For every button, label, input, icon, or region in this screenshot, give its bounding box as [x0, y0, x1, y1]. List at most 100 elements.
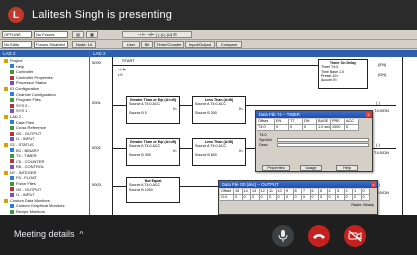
start-label: START	[122, 58, 135, 63]
usage-button[interactable]: Usage	[300, 165, 322, 171]
grid-cell[interactable]: 0	[251, 195, 260, 201]
tab-bit[interactable]: Bit	[141, 41, 153, 48]
rung-number: 0001	[92, 100, 101, 105]
grid-cell[interactable]: 0	[234, 195, 243, 201]
presenter-avatar: L	[8, 7, 24, 23]
forces-combo[interactable]: No Forces	[34, 31, 68, 38]
folder-icon	[10, 148, 14, 153]
grid-cell[interactable]: 0	[276, 195, 285, 201]
rung-wire	[180, 186, 220, 187]
grid-cell[interactable]: 0	[275, 125, 289, 131]
folder-icon	[4, 58, 8, 63]
output-coil[interactable]: ( )	[376, 100, 380, 105]
folder-icon	[10, 176, 14, 181]
compare-block[interactable]: Not Equal Source A T4:0.ACC Source B 100…	[126, 177, 180, 203]
grid-cell[interactable]: 0	[345, 125, 359, 131]
close-icon[interactable]: ×	[371, 182, 376, 187]
camera-off-button[interactable]	[344, 225, 366, 247]
grid-cell[interactable]: 0	[310, 195, 319, 201]
mode-combo[interactable]: OFFLINE	[2, 31, 32, 38]
mic-button[interactable]	[272, 225, 294, 247]
grid-cell[interactable]: 0	[361, 195, 370, 201]
folder-icon	[10, 209, 14, 214]
en-coil[interactable]: (EN)	[378, 62, 386, 67]
rung-wire	[112, 65, 150, 66]
folder-icon	[10, 193, 14, 198]
tab-input-output[interactable]: Input/Output	[185, 41, 215, 48]
grid-cell[interactable]: 0	[303, 125, 317, 131]
grid-cell[interactable]: 0	[336, 195, 345, 201]
help-button[interactable]: Help	[336, 165, 358, 171]
desc-label: Desc	[259, 143, 268, 147]
hangup-icon	[313, 234, 325, 239]
instruction-toolbar[interactable]: ⊣ ⊢ ⊣/⊢ ( ) (L) (U) ⊟	[122, 31, 192, 38]
folder-icon	[10, 75, 14, 80]
grid-cell[interactable]: 0	[353, 195, 362, 201]
grid-cell[interactable]: 0	[259, 195, 268, 201]
rung-wire	[112, 105, 126, 106]
symbol-field[interactable]	[277, 138, 369, 142]
right-power-rail	[402, 57, 403, 215]
rung-wire	[180, 148, 192, 149]
desc-field[interactable]	[277, 143, 369, 147]
output-data-dialog[interactable]: Data File O0 (dec) -- OUTPUT × Offset 15 1…	[218, 180, 378, 215]
project-panel-title: LAD 2	[0, 50, 89, 57]
folder-icon	[10, 97, 14, 102]
rung-wire	[112, 186, 126, 187]
forces-disabled-combo[interactable]: Forces Disabled	[34, 41, 68, 48]
rung-number: 0003	[92, 182, 101, 187]
folder-icon	[4, 114, 8, 119]
presenting-banner: L Lalitesh Singh is presenting	[0, 0, 417, 30]
compare-block[interactable]: Greater Than or Eql (A>=B) Source A T4:0…	[126, 138, 180, 166]
rslogix-toolbar-bottom: No Edits Forces Disabled Node: 1d User B…	[0, 40, 417, 49]
rung-wire	[150, 65, 318, 66]
grid-cell[interactable]: 0	[319, 195, 328, 201]
toolbar-icon-btn[interactable]: ▤	[72, 31, 84, 38]
project-tree-panel: LAD 2 Project Help Controller Controller Pr…	[0, 50, 90, 225]
folder-icon	[10, 204, 14, 209]
edits-combo[interactable]: No Edits	[2, 41, 32, 48]
compare-block[interactable]: Less Than (A<B) Source A T4:0.ACC 0< Sou…	[192, 96, 246, 124]
folder-icon	[10, 131, 14, 136]
toolbar-icon-btn-2[interactable]: ▦	[86, 31, 98, 38]
close-icon[interactable]: ×	[366, 112, 371, 117]
grid-cell[interactable]: 0	[289, 125, 303, 131]
folder-icon	[10, 165, 14, 170]
meeting-controls-bar: Meeting details ^	[0, 215, 417, 255]
project-tree: Project Help Controller Controller Properti…	[0, 57, 89, 227]
tab-user[interactable]: User	[122, 41, 140, 48]
ton-block[interactable]: Timer On Delay Timer T4:0 Time Base 1.0 …	[318, 59, 368, 89]
dialog-title: Data File O0 (dec) -- OUTPUT ×	[219, 181, 377, 188]
dn-coil[interactable]: (DN)	[378, 72, 386, 77]
left-power-rail	[112, 57, 113, 215]
tab-timer-counter[interactable]: Timer/Counter	[154, 41, 184, 48]
grid-cell[interactable]: O:0	[220, 195, 234, 201]
grid-cell[interactable]: 0	[344, 195, 353, 201]
rung-wire	[180, 105, 192, 106]
grid-cell[interactable]: 0	[327, 195, 336, 201]
grid-cell[interactable]: 0	[293, 195, 302, 201]
grid-cell[interactable]: 0	[302, 195, 311, 201]
grid-cell[interactable]: 0	[285, 195, 294, 201]
folder-icon	[4, 170, 8, 175]
tab-compare[interactable]: Compare	[216, 41, 242, 48]
timer-grid: Offset EN TT DN BASE PRE ACC T4:0 0 0 0 1.0 sec 100…	[256, 118, 372, 132]
node-label: Node: 1d	[72, 41, 96, 48]
grid-cell[interactable]: 0	[242, 195, 251, 201]
properties-button[interactable]: Properties	[262, 165, 290, 171]
compare-block[interactable]: Greater Than or Eql (A>=B) Source A T4:0…	[126, 96, 180, 124]
grid-cell[interactable]: 1000	[331, 125, 345, 131]
grid-cell[interactable]: 1.0 sec	[317, 125, 331, 131]
folder-icon	[10, 181, 14, 186]
hangup-button[interactable]	[308, 225, 330, 247]
grid-cell[interactable]: 0	[268, 195, 277, 201]
output-coil[interactable]: ( )	[376, 142, 380, 147]
rung-wire	[246, 105, 396, 106]
meeting-details-button[interactable]: Meeting details ^	[14, 229, 83, 239]
compare-block[interactable]: Less Than (A<B) Source A T4:0.ACC 0< Sou…	[192, 138, 246, 166]
timer-data-dialog[interactable]: Data File T4 -- TIMER × Offset EN TT DN BASE…	[255, 110, 373, 172]
grid-cell[interactable]: T4:0	[257, 125, 275, 131]
camera-off-icon	[348, 230, 362, 242]
folder-icon	[4, 198, 8, 203]
coil-address: T4:0/DN	[374, 150, 389, 155]
